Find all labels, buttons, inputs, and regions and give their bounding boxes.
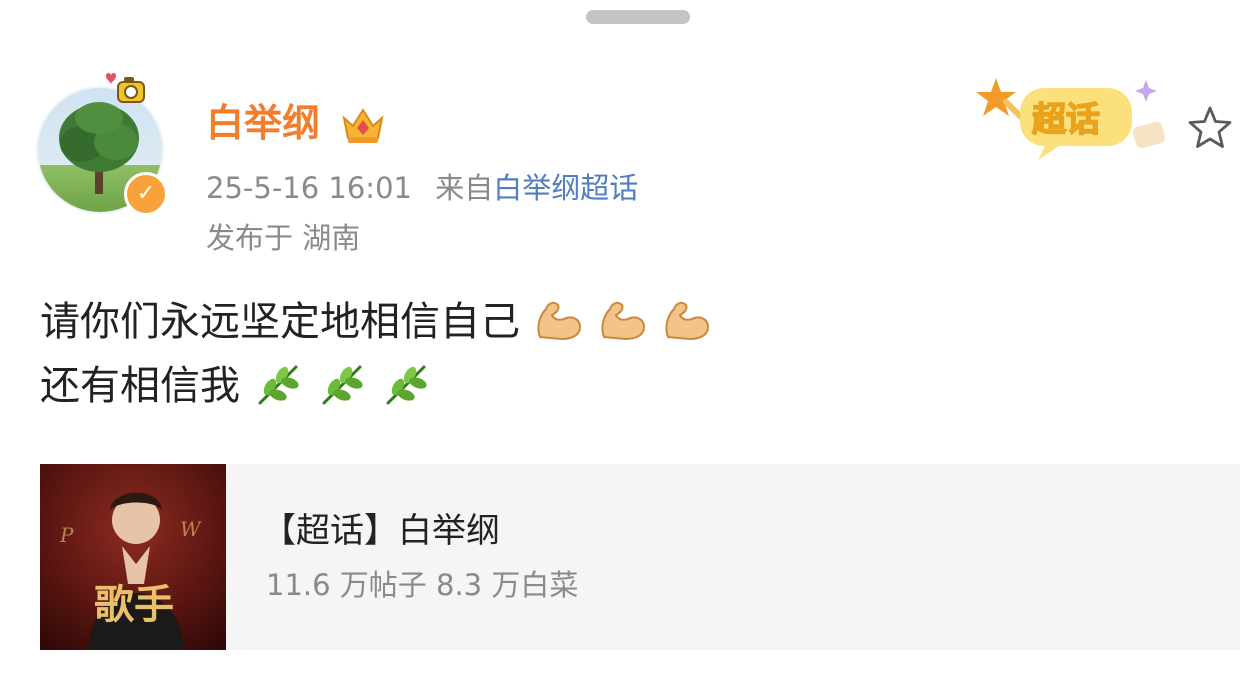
source-link[interactable]: 白举纲超话 [493, 171, 638, 205]
thumbnail-text: 歌手 [94, 582, 174, 628]
herb-emoji-icon [386, 365, 427, 405]
post-sheet: ✓ 白举纲 25-5-16 16:01 来自白举纲超话 发布于 湖南 超话 请你… [0, 0, 1253, 673]
supertopic-card[interactable]: P W 歌手 【超话】白举纲 11.6 万帖子 8.3 万白菜 [40, 464, 1240, 650]
herb-emoji-group [240, 363, 432, 409]
flexed-biceps-emoji-icon [665, 301, 710, 341]
post-text-line-1: 请你们永远坚定地相信自己 [40, 299, 520, 345]
camera-decoration-icon [106, 73, 145, 103]
source-prefix: 来自 [435, 171, 494, 205]
verified-badge-icon: ✓ [124, 172, 168, 216]
supertopic-thumbnail: P W 歌手 [40, 464, 226, 650]
flexed-biceps-emoji-icon [601, 301, 646, 341]
sheet-drag-handle[interactable] [586, 10, 690, 24]
post-text-line-2: 还有相信我 [40, 363, 240, 409]
author-name[interactable]: 白举纲 [206, 96, 320, 150]
svg-text:W: W [180, 517, 202, 541]
post-content-line-1: 请你们永远坚定地相信自己 [40, 290, 712, 354]
favorite-star-icon[interactable] [1186, 104, 1234, 152]
post-content: 请你们永远坚定地相信自己 还有相信我 [40, 290, 712, 418]
herb-emoji-icon [258, 365, 299, 405]
supertopic-badge[interactable]: 超话 [976, 72, 1176, 168]
flexed-biceps-emoji-icon [537, 301, 582, 341]
post-location: 发布于 湖南 [206, 221, 361, 255]
post-content-line-2: 还有相信我 [40, 354, 712, 418]
post-meta: 25-5-16 16:01 来自白举纲超话 [206, 168, 638, 208]
flexed-biceps-emoji-group [520, 299, 712, 345]
crown-icon [342, 108, 384, 143]
supertopic-card-stats: 11.6 万帖子 8.3 万白菜 [266, 568, 579, 602]
herb-emoji-icon [322, 365, 363, 405]
post-timestamp: 25-5-16 16:01 [206, 171, 412, 205]
svg-text:P: P [59, 523, 74, 547]
supertopic-card-title: 【超话】白举纲 [262, 511, 500, 551]
supertopic-badge-label: 超话 [1031, 99, 1101, 141]
